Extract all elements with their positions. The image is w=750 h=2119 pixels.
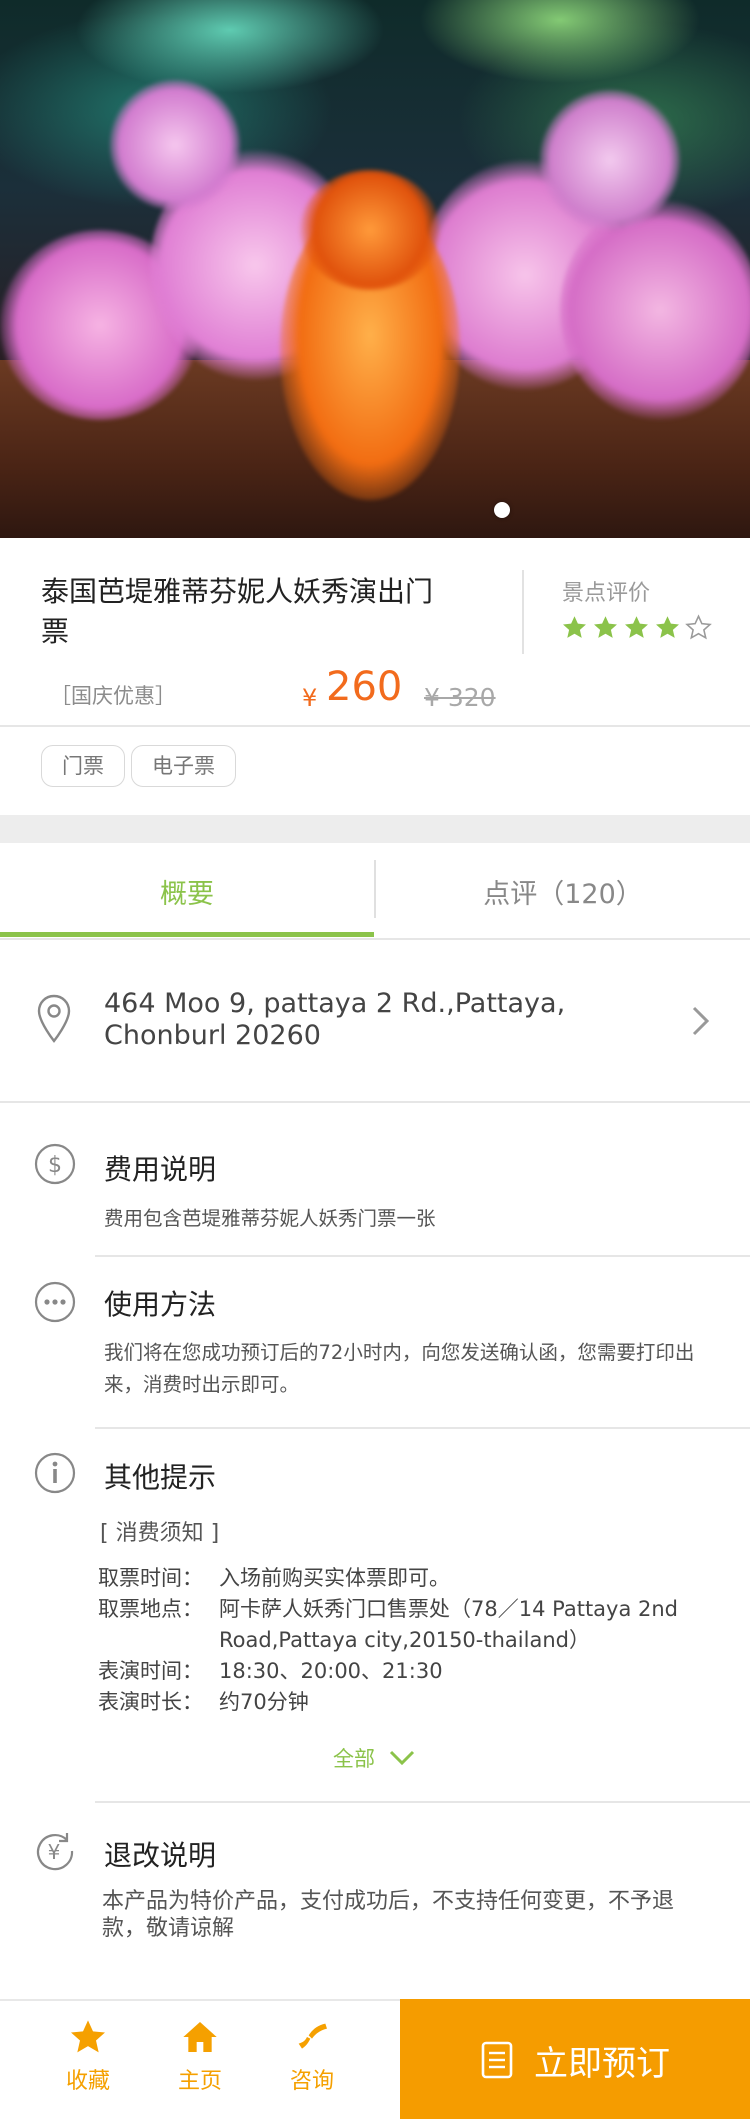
tag-chips: 门票 电子票 bbox=[41, 745, 236, 787]
pink-plume bbox=[560, 200, 750, 420]
tag-chip: 电子票 bbox=[131, 745, 236, 787]
divider bbox=[95, 1427, 750, 1429]
home-button[interactable]: 主页 bbox=[150, 2017, 250, 2095]
notice-row: 取票时间： 入场前购买实体票即可。 bbox=[98, 1563, 689, 1594]
product-info: 泰国芭堤雅蒂芬妮人妖秀演出门票 景点评价 ［国庆优惠］ ¥ 260 ¥ 320 bbox=[0, 538, 750, 726]
notice-value: 入场前购买实体票即可。 bbox=[219, 1566, 450, 1590]
home-icon bbox=[183, 2022, 217, 2052]
svg-text:¥: ¥ bbox=[48, 1840, 61, 1864]
usage-title: 使用方法 bbox=[104, 1288, 217, 1321]
notice-row: 取票地点： 阿卡萨人妖秀门口售票处（78／14 Pattaya 2nd Road… bbox=[98, 1594, 689, 1656]
svg-text:$: $ bbox=[48, 1153, 62, 1178]
book-now-button[interactable]: 立即预订 bbox=[400, 1999, 750, 2119]
original-price: ¥ 320 bbox=[424, 683, 496, 712]
notice-value: 阿卡萨人妖秀门口售票处（78／14 Pattaya 2nd Road,Patta… bbox=[219, 1597, 679, 1652]
product-title: 泰国芭堤雅蒂芬妮人妖秀演出门票 bbox=[41, 575, 434, 648]
refund-body: 本产品为特价产品，支付成功后，不支持任何变更，不予退款，敬请谅解 bbox=[102, 1889, 675, 1941]
price: 260 bbox=[326, 664, 403, 710]
pink-plume bbox=[540, 90, 680, 230]
bottom-action-bar: 收藏 主页 咨询 立即预订 bbox=[0, 1999, 750, 2119]
show-all-link[interactable]: 全部 bbox=[333, 1743, 415, 1773]
home-label: 主页 bbox=[177, 2069, 222, 2094]
promo-tag: ［国庆优惠］ bbox=[50, 684, 176, 708]
show-all-label: 全部 bbox=[333, 1747, 375, 1771]
notice-value: 约70分钟 bbox=[219, 1690, 309, 1714]
hero-image[interactable] bbox=[0, 0, 750, 538]
tab-active-indicator bbox=[0, 932, 374, 937]
usage-body: 我们将在您成功预订后的72小时内，向您发送确认函，您需要打印出来，消费时出示即可… bbox=[104, 1341, 695, 1396]
section-spacer bbox=[0, 815, 750, 843]
tag-chip: 门票 bbox=[41, 745, 125, 787]
price-currency: ¥ bbox=[302, 684, 318, 712]
book-now-label: 立即预订 bbox=[534, 2043, 670, 2084]
consult-label: 咨询 bbox=[289, 2069, 334, 2094]
info-circle-icon bbox=[34, 1452, 76, 1494]
orange-plume bbox=[300, 170, 440, 290]
fee-title: 费用说明 bbox=[104, 1153, 217, 1186]
tab-reviews[interactable]: 点评（120） bbox=[376, 843, 750, 939]
tab-overview[interactable]: 概要 bbox=[0, 843, 374, 939]
tips-title: 其他提示 bbox=[104, 1461, 217, 1494]
notice-row: 表演时长： 约70分钟 bbox=[98, 1687, 689, 1718]
notice-key: 表演时长： bbox=[98, 1690, 203, 1714]
chevron-down-icon bbox=[389, 1750, 415, 1766]
divider bbox=[95, 1801, 750, 1803]
notice-key: 取票地点： bbox=[98, 1597, 203, 1621]
favorite-label: 收藏 bbox=[65, 2069, 110, 2094]
phone-icon bbox=[298, 2023, 327, 2049]
rating-label: 景点评价 bbox=[562, 581, 651, 606]
consult-button[interactable]: 咨询 bbox=[262, 2017, 362, 2095]
pink-plume bbox=[110, 80, 240, 210]
star-filled-icon bbox=[656, 616, 679, 638]
notice-key: 表演时间： bbox=[98, 1659, 203, 1683]
notice-row: 表演时间： 18:30、20:00、21:30 bbox=[98, 1656, 689, 1687]
fee-body: 费用包含芭堤雅蒂芬妮人妖秀门票一张 bbox=[104, 1207, 436, 1230]
dollar-circle-icon: $ bbox=[34, 1143, 76, 1185]
chevron-right-icon bbox=[692, 1006, 710, 1036]
favorite-button[interactable]: 收藏 bbox=[38, 2017, 138, 2095]
address-text: 464 Moo 9, pattaya 2 Rd.,Pattaya, Chonbu… bbox=[104, 988, 566, 1051]
divider bbox=[0, 725, 750, 727]
star-filled-icon bbox=[563, 616, 586, 638]
location-pin-icon bbox=[37, 994, 71, 1043]
notice-heading: [ 消费须知 ] bbox=[100, 1521, 220, 1546]
star-filled-icon bbox=[594, 616, 617, 638]
star-filled-icon bbox=[625, 616, 648, 638]
divider bbox=[522, 570, 524, 654]
star-icon bbox=[71, 2020, 105, 2053]
address-row[interactable]: 464 Moo 9, pattaya 2 Rd.,Pattaya, Chonbu… bbox=[0, 940, 750, 1102]
divider bbox=[0, 1101, 750, 1103]
divider bbox=[95, 1255, 750, 1257]
ellipsis-circle-icon bbox=[34, 1281, 76, 1323]
notice-key: 取票时间： bbox=[98, 1566, 203, 1590]
notice-value: 18:30、20:00、21:30 bbox=[219, 1659, 443, 1683]
carousel-dot[interactable] bbox=[494, 502, 510, 518]
tab-bar: 概要 点评（120） bbox=[0, 843, 750, 939]
yen-refresh-icon: ¥ bbox=[36, 1833, 74, 1871]
rating-stars bbox=[561, 614, 712, 641]
document-icon bbox=[481, 2041, 513, 2079]
refund-title: 退改说明 bbox=[104, 1839, 217, 1872]
star-outline-icon bbox=[685, 614, 712, 640]
